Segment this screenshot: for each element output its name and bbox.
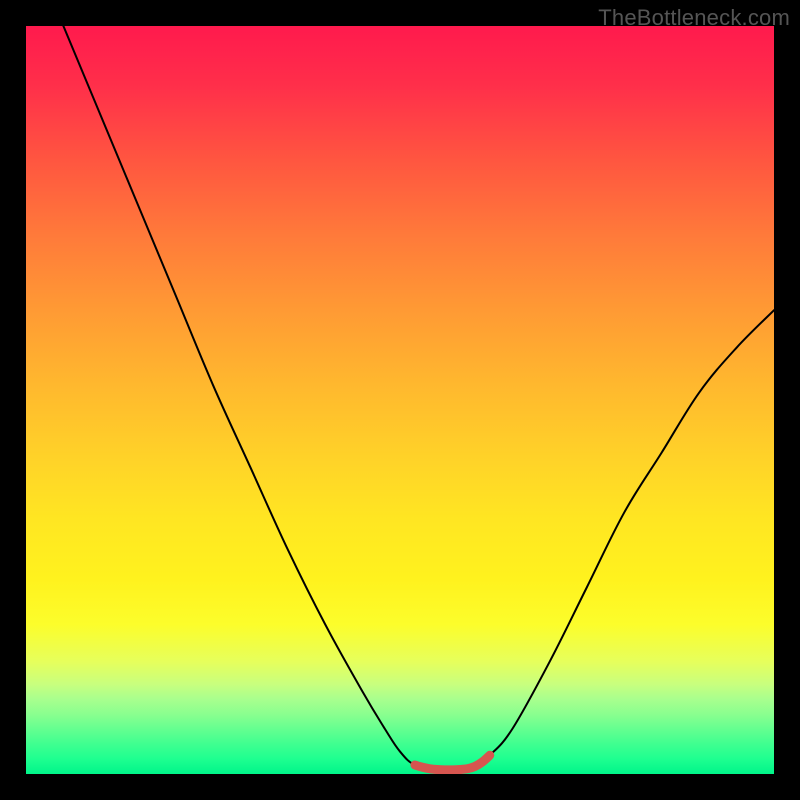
bottleneck-curve bbox=[26, 26, 774, 770]
optimal-range-path bbox=[415, 755, 490, 770]
optimal-range-marker bbox=[415, 755, 490, 770]
bottleneck-curve-path bbox=[26, 26, 774, 770]
plot-area bbox=[26, 26, 774, 774]
chart-frame: TheBottleneck.com bbox=[0, 0, 800, 800]
watermark-text: TheBottleneck.com bbox=[598, 5, 790, 31]
chart-svg bbox=[26, 26, 774, 774]
